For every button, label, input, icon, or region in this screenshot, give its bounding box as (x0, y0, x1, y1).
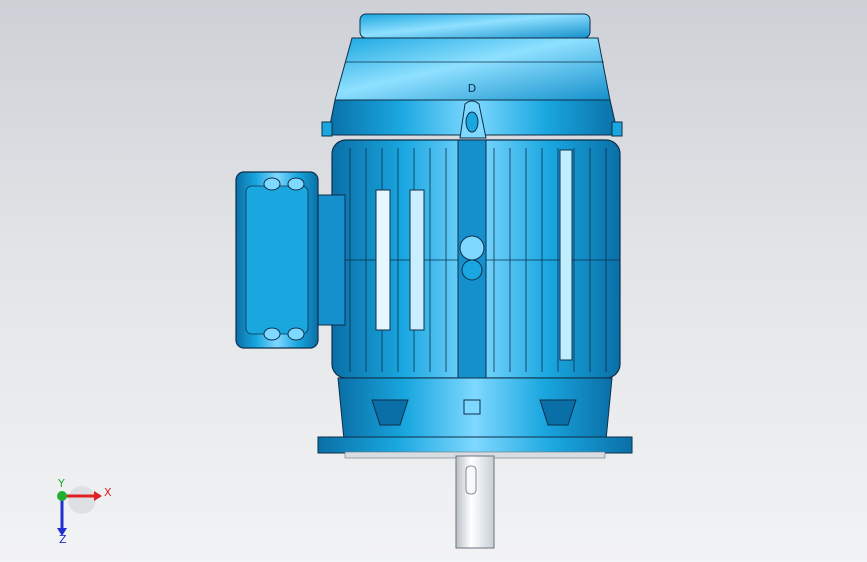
nameplate-letter: D (468, 82, 476, 95)
center-rib (457, 139, 487, 379)
orientation-triad[interactable]: X Y Z (40, 478, 120, 548)
terminal-box[interactable] (235, 171, 346, 349)
x-axis-label: X (104, 486, 112, 499)
mounting-flange[interactable] (317, 436, 633, 459)
z-axis-label: Z (59, 533, 67, 546)
motor-shaft[interactable] (455, 455, 495, 549)
graphics-viewport[interactable]: D X Y Z (0, 0, 867, 562)
end-bracket[interactable] (337, 377, 613, 441)
y-axis-label: Y (58, 477, 65, 490)
motor-model[interactable]: D (0, 0, 867, 562)
y-axis-dot (57, 491, 67, 501)
